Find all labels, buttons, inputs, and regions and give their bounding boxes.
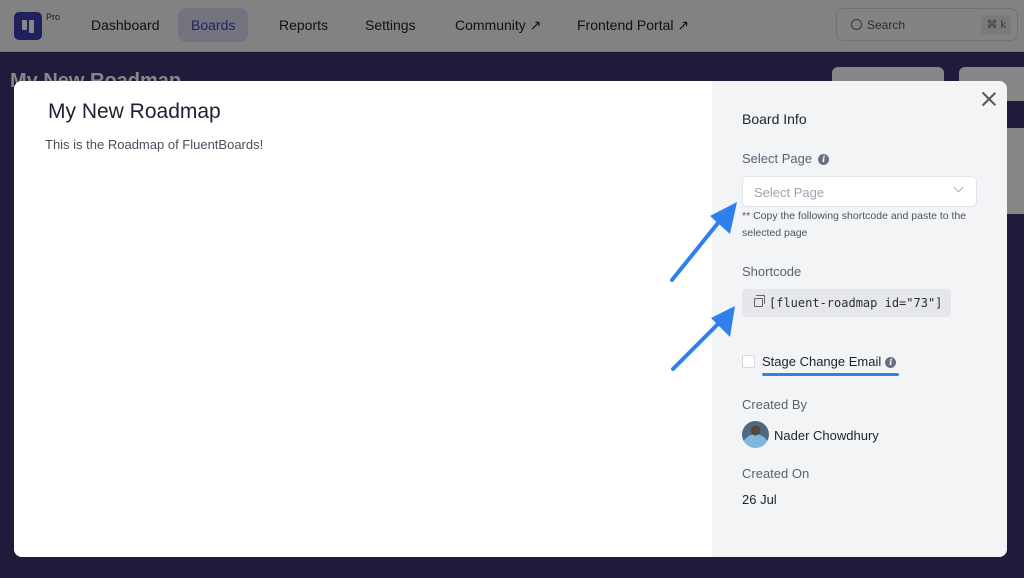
shortcode-value: [fluent-roadmap id="73"] (769, 296, 943, 310)
info-icon[interactable]: i (818, 154, 830, 165)
avatar (742, 421, 769, 448)
board-info-sidebar: Board Info Select Page i Select Page ** C… (712, 81, 1007, 557)
board-info-heading: Board Info (742, 111, 807, 127)
created-on-value: 26 Jul (742, 492, 777, 507)
shortcode-copy-box[interactable]: [fluent-roadmap id="73"] (742, 289, 951, 317)
shortcode-label: Shortcode (742, 264, 802, 279)
select-page-label-text: Select Page (742, 151, 813, 166)
select-page-dropdown[interactable]: Select Page (742, 176, 977, 207)
creator-name: Nader Chowdhury (774, 428, 879, 443)
stage-change-email-label[interactable]: Stage Change Email i (762, 354, 897, 369)
board-details-pane: My New Roadmap This is the Roadmap of Fl… (14, 81, 712, 557)
stage-change-email-checkbox[interactable] (742, 355, 755, 368)
chevron-down-icon (953, 182, 964, 193)
highlight-underline (762, 373, 899, 376)
select-page-label: Select Page i (742, 151, 830, 166)
created-by-label: Created By (742, 397, 808, 412)
copy-icon (754, 295, 765, 307)
select-page-placeholder: Select Page (754, 185, 825, 200)
created-on-label: Created On (742, 466, 810, 481)
close-icon[interactable] (981, 91, 997, 107)
modal-title: My New Roadmap (48, 100, 221, 123)
shortcode-note: ** Copy the following shortcode and past… (742, 210, 967, 239)
stage-change-email-text: Stage Change Email (762, 354, 882, 369)
board-description[interactable]: This is the Roadmap of FluentBoards! (45, 137, 263, 152)
info-icon[interactable]: i (885, 357, 897, 368)
board-info-modal: My New Roadmap This is the Roadmap of Fl… (14, 81, 1007, 557)
